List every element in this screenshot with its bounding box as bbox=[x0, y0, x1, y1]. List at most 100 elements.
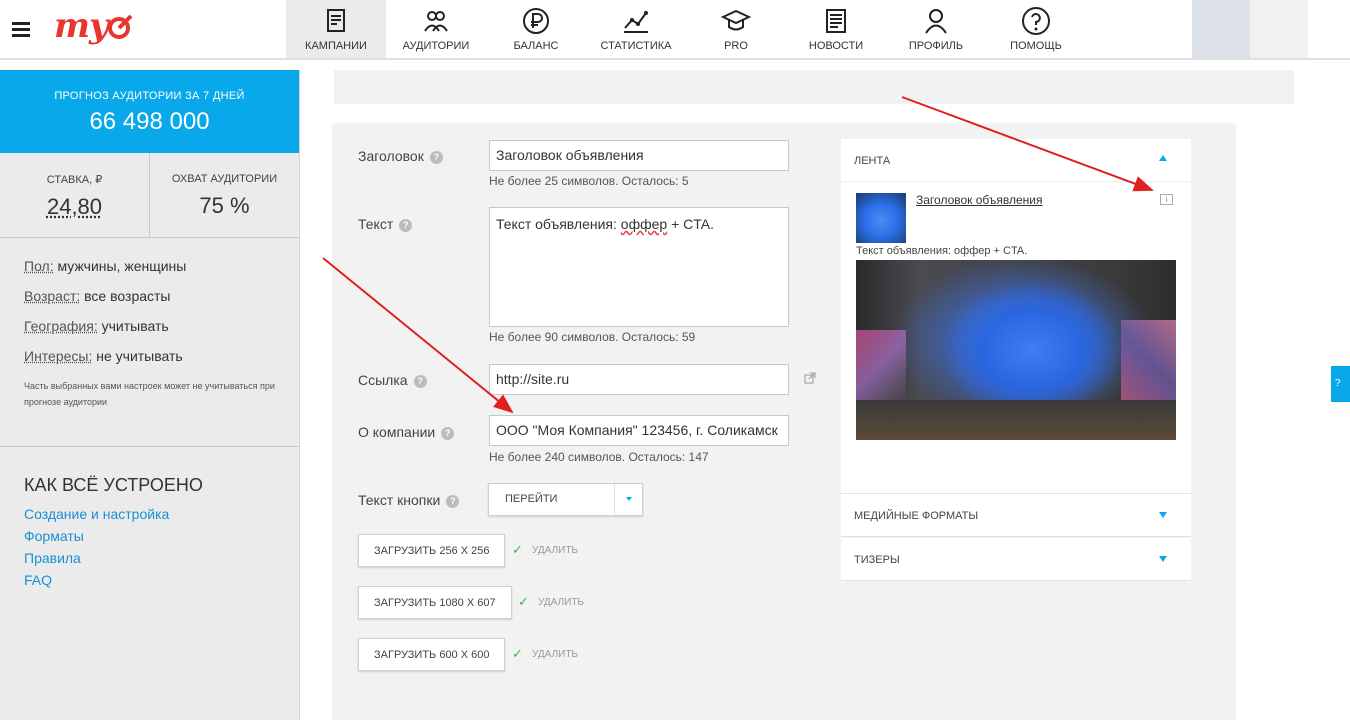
check-icon: ✓ bbox=[518, 594, 529, 609]
forecast-label: ПРОГНОЗ АУДИТОРИИ ЗА 7 ДНЕЙ bbox=[54, 90, 245, 102]
nav-label: ПРОФИЛЬ bbox=[908, 40, 964, 52]
nav-pro[interactable]: PRO bbox=[686, 0, 786, 58]
help-icon[interactable]: ? bbox=[399, 219, 413, 232]
nav-label: АУДИТОРИИ bbox=[402, 40, 470, 52]
nav-help[interactable]: ПОМОЩЬ bbox=[986, 0, 1086, 58]
feed-accordion-header[interactable]: ЛЕНТА bbox=[841, 139, 1191, 181]
image-detail bbox=[856, 400, 1176, 440]
text-label-text: Текст bbox=[358, 216, 394, 232]
image-detail bbox=[856, 330, 906, 400]
help-icon[interactable]: ? bbox=[429, 151, 443, 164]
text-value: + CTA. bbox=[667, 216, 715, 232]
nav-balance[interactable]: БАЛАНС bbox=[486, 0, 586, 58]
ad-preview-image bbox=[856, 260, 1176, 440]
chevron-down-icon bbox=[614, 484, 642, 515]
link-rules[interactable]: Правила bbox=[24, 550, 275, 566]
nav-audiences[interactable]: АУДИТОРИИ bbox=[386, 0, 486, 58]
button-text-label: Текст кнопки? bbox=[358, 492, 460, 508]
link-label-text: Ссылка bbox=[358, 372, 408, 388]
ruble-icon bbox=[523, 8, 549, 34]
nav-extra-slot[interactable] bbox=[1250, 0, 1308, 58]
reach-label: ОХВАТ АУДИТОРИИ bbox=[171, 173, 278, 185]
targeting-age: Возраст: все возрасты bbox=[24, 288, 275, 304]
forecast-value: 66 498 000 bbox=[89, 108, 210, 135]
link-formats[interactable]: Форматы bbox=[24, 528, 275, 544]
nav-extra-slot[interactable] bbox=[1192, 0, 1250, 58]
text-hint: Не более 90 символов. Осталось: 59 bbox=[489, 330, 696, 344]
bid-value[interactable]: 24,80 bbox=[0, 194, 149, 220]
audience-forecast: ПРОГНОЗ АУДИТОРИИ ЗА 7 ДНЕЙ 66 498 000 bbox=[0, 70, 299, 153]
ad-preview-title[interactable]: Заголовок объявления bbox=[916, 193, 1043, 207]
text-textarea[interactable]: Текст объявления: оффер + CTA. bbox=[489, 207, 789, 327]
button-text-select[interactable]: ПЕРЕЙТИ bbox=[488, 483, 643, 516]
delete-256-button[interactable]: УДАЛИТЬ bbox=[532, 545, 578, 556]
company-label: О компании? bbox=[358, 424, 455, 440]
link-setup[interactable]: Создание и настройка bbox=[24, 506, 275, 522]
company-input[interactable]: ООО "Моя Компания" 123456, г. Соликамск bbox=[489, 415, 789, 446]
targeting-summary: Пол: мужчины, женщины Возраст: все возра… bbox=[0, 238, 299, 447]
upload-1080-button[interactable]: ЗАГРУЗИТЬ 1080 X 607 bbox=[358, 586, 512, 619]
preview-media-panel: МЕДИЙНЫЕ ФОРМАТЫ bbox=[841, 494, 1191, 537]
upload-600-button[interactable]: ЗАГРУЗИТЬ 600 X 600 bbox=[358, 638, 506, 671]
menu-icon[interactable] bbox=[12, 22, 30, 37]
media-accordion-header[interactable]: МЕДИЙНЫЕ ФОРМАТЫ bbox=[841, 494, 1191, 536]
help-icon[interactable]: ? bbox=[441, 427, 455, 440]
campaigns-icon bbox=[327, 9, 345, 32]
brand-logo[interactable]: my bbox=[54, 6, 134, 46]
teasers-label: ТИЗЕРЫ bbox=[854, 554, 900, 566]
nav-label: КАМПАНИИ bbox=[305, 40, 367, 52]
content-top-strip bbox=[334, 70, 1294, 104]
preview-teasers-panel: ТИЗЕРЫ bbox=[841, 538, 1191, 581]
teasers-accordion-header[interactable]: ТИЗЕРЫ bbox=[841, 538, 1191, 580]
howto-section: КАК ВСЁ УСТРОЕНО Создание и настройка Фо… bbox=[0, 447, 299, 622]
feed-label: ЛЕНТА bbox=[854, 155, 891, 167]
news-icon bbox=[826, 9, 846, 33]
link-label: Ссылка? bbox=[358, 372, 427, 388]
howto-title: КАК ВСЁ УСТРОЕНО bbox=[24, 475, 203, 495]
graduation-cap-icon bbox=[721, 9, 751, 31]
feedback-tab[interactable]: ? bbox=[1331, 366, 1350, 402]
help-icon[interactable]: ? bbox=[413, 375, 427, 388]
chevron-down-icon bbox=[1159, 512, 1167, 518]
nav-label: БАЛАНС bbox=[513, 40, 559, 52]
reach-value: 75 % bbox=[199, 193, 250, 218]
text-value: Текст объявления: bbox=[496, 216, 621, 232]
bid-stat: СТАВКА, ₽ 24,80 bbox=[0, 153, 150, 237]
delete-1080-button[interactable]: УДАЛИТЬ bbox=[538, 597, 584, 608]
help-icon bbox=[1022, 7, 1050, 35]
logo-text: my bbox=[54, 6, 109, 46]
targeting-key[interactable]: Возраст: bbox=[24, 288, 80, 304]
delete-600-button[interactable]: УДАЛИТЬ bbox=[532, 649, 578, 660]
nav-label: НОВОСТИ bbox=[808, 40, 864, 52]
nav-campaigns[interactable]: КАМПАНИИ bbox=[286, 0, 386, 58]
help-icon[interactable]: ? bbox=[446, 495, 460, 508]
logo-target-icon bbox=[107, 14, 133, 39]
targeting-key[interactable]: Пол: bbox=[24, 258, 54, 274]
chevron-down-icon bbox=[1159, 556, 1167, 562]
info-icon[interactable]: i bbox=[1160, 194, 1173, 205]
upload-256-button[interactable]: ЗАГРУЗИТЬ 256 X 256 bbox=[358, 534, 506, 567]
button-text-label-text: Текст кнопки bbox=[358, 492, 441, 508]
ad-thumbnail bbox=[856, 193, 906, 243]
nav-label: СТАТИСТИКА bbox=[600, 40, 672, 52]
company-hint: Не более 240 символов. Осталось: 147 bbox=[489, 450, 709, 464]
ad-preview-text: Текст объявления: оффер + CTA. bbox=[856, 245, 1028, 257]
targeting-value: не учитывать bbox=[96, 348, 183, 364]
link-faq[interactable]: FAQ bbox=[24, 572, 275, 588]
nav-statistics[interactable]: СТАТИСТИКА bbox=[586, 0, 686, 58]
link-input[interactable]: http://site.ru bbox=[489, 364, 789, 395]
select-value: ПЕРЕЙТИ bbox=[505, 493, 558, 505]
targeting-key[interactable]: География: bbox=[24, 318, 98, 334]
nav-profile[interactable]: ПРОФИЛЬ bbox=[886, 0, 986, 58]
text-label: Текст? bbox=[358, 216, 413, 232]
forecast-note: Часть выбранных вами настроек может не у… bbox=[24, 381, 275, 407]
external-link-icon[interactable] bbox=[804, 372, 816, 384]
targeting-key[interactable]: Интересы: bbox=[24, 348, 92, 364]
targeting-value: учитывать bbox=[101, 318, 169, 334]
chevron-up-icon bbox=[1159, 155, 1167, 161]
nav-news[interactable]: НОВОСТИ bbox=[786, 0, 886, 58]
nav-label: ПОМОЩЬ bbox=[1010, 40, 1062, 52]
title-input[interactable]: Заголовок объявления bbox=[489, 140, 789, 171]
targeting-geo: География: учитывать bbox=[24, 318, 275, 334]
main-nav: КАМПАНИИ АУДИТОРИИ БАЛАНС СТАТИСТИКА PRO… bbox=[286, 0, 1086, 58]
